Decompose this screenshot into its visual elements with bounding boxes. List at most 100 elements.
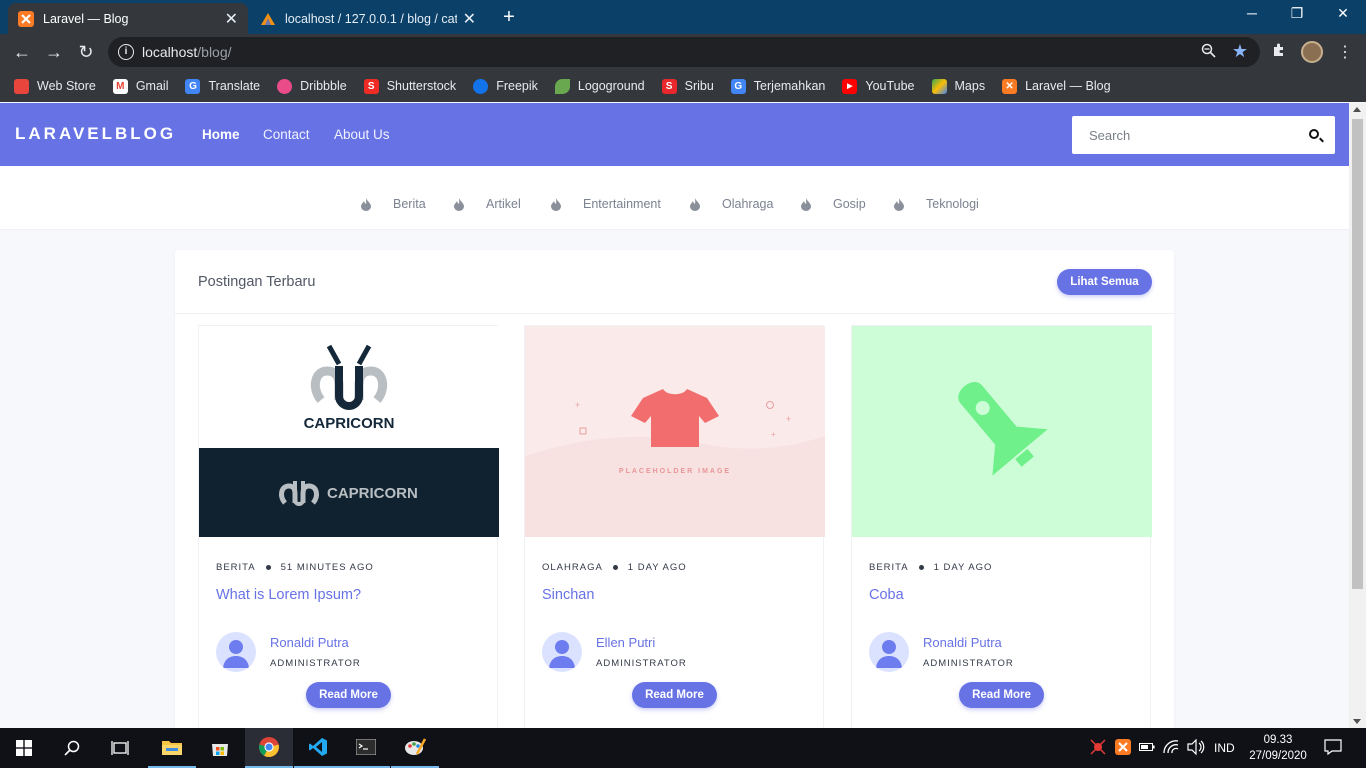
- profile-avatar[interactable]: [1301, 41, 1323, 63]
- system-clock[interactable]: 09.33 27/09/2020: [1246, 732, 1310, 764]
- clock-date: 27/09/2020: [1249, 750, 1307, 762]
- post-thumbnail[interactable]: CAPRICORN CAPRICORN: [199, 326, 499, 537]
- chrome-icon[interactable]: [245, 728, 293, 768]
- close-tab-icon[interactable]: ✕: [225, 9, 238, 29]
- post-card: + + + PLACEHOLDER IMAGE OLAHRAGA 1 DAY AG…: [524, 325, 825, 728]
- flame-icon: [801, 197, 811, 211]
- tray-xampp-icon[interactable]: [1115, 739, 1131, 758]
- flame-icon: [361, 197, 371, 211]
- vscode-icon[interactable]: [294, 728, 342, 768]
- author-name[interactable]: Ellen Putri: [596, 635, 655, 650]
- restore-icon[interactable]: ❐: [1285, 5, 1309, 22]
- microsoft-store-icon[interactable]: [196, 728, 244, 768]
- flame-icon: [690, 197, 700, 211]
- post-thumbnail[interactable]: [852, 326, 1152, 537]
- bookmark-sribu[interactable]: S Sribu: [661, 78, 714, 94]
- category-entertainment[interactable]: Entertainment: [551, 197, 661, 211]
- back-arrow-icon[interactable]: ←: [11, 41, 33, 63]
- tab-phpmyadmin[interactable]: localhost / 127.0.0.1 / blog / cate ✕: [250, 3, 486, 34]
- category-teknologi[interactable]: Teknologi: [894, 197, 979, 211]
- site-brand[interactable]: LARAVELBLOG: [15, 124, 176, 144]
- scroll-down-arrow-icon[interactable]: [1353, 719, 1361, 724]
- minimize-icon[interactable]: ─: [1240, 5, 1264, 21]
- post-title[interactable]: Sinchan: [542, 587, 594, 603]
- scroll-up-arrow-icon[interactable]: [1353, 107, 1361, 112]
- nav-home[interactable]: Home: [202, 127, 240, 142]
- maps-icon: [931, 78, 947, 94]
- close-tab-icon[interactable]: ✕: [463, 9, 476, 29]
- bookmarks-bar: Web Store M Gmail G Translate Dribbble S Sh…: [0, 70, 1366, 102]
- author-name[interactable]: Ronaldi Putra: [923, 635, 1002, 650]
- dribbble-icon: [277, 78, 293, 94]
- tab-laravel-blog[interactable]: Laravel — Blog ✕: [8, 3, 248, 34]
- address-bar[interactable]: i localhost/blog/ ★: [108, 37, 1260, 67]
- nav-contact[interactable]: Contact: [263, 127, 310, 142]
- bookmark-logoground[interactable]: Logoground: [554, 78, 645, 94]
- page-viewport: LARAVELBLOG Home Contact About Us Berita…: [0, 103, 1349, 728]
- read-more-button[interactable]: Read More: [959, 682, 1044, 708]
- search-icon[interactable]: [48, 728, 96, 768]
- battery-icon[interactable]: [1139, 741, 1155, 756]
- category-gosip[interactable]: Gosip: [801, 197, 866, 211]
- post-meta: OLAHRAGA 1 DAY AGO: [542, 562, 687, 573]
- page-scrollbar[interactable]: [1349, 103, 1366, 728]
- post-title[interactable]: What is Lorem Ipsum?: [216, 587, 361, 603]
- bookmark-freepik[interactable]: Freepik: [473, 78, 538, 94]
- view-all-button[interactable]: Lihat Semua: [1057, 269, 1152, 295]
- bookmark-web-store[interactable]: Web Store: [14, 78, 96, 94]
- extensions-puzzle-icon[interactable]: [1271, 42, 1287, 63]
- close-window-icon[interactable]: ✕: [1331, 5, 1355, 22]
- panel-title: Postingan Terbaru: [198, 274, 316, 290]
- notification-icon[interactable]: [1324, 739, 1342, 758]
- bookmark-terjemahkan[interactable]: G Terjemahkan: [730, 78, 825, 94]
- task-view-icon[interactable]: [96, 728, 144, 768]
- reload-icon[interactable]: ↻: [75, 41, 97, 63]
- author-avatar: [216, 632, 256, 672]
- category-berita[interactable]: Berita: [361, 197, 426, 211]
- bookmark-youtube[interactable]: ▶ YouTube: [842, 78, 915, 94]
- translate-icon: G: [185, 78, 201, 94]
- bookmark-star-icon[interactable]: ★: [1232, 41, 1248, 62]
- nav-about-us[interactable]: About Us: [334, 127, 390, 142]
- site-navbar: LARAVELBLOG Home Contact About Us: [0, 103, 1349, 166]
- bookmark-maps[interactable]: Maps: [931, 78, 985, 94]
- volume-icon[interactable]: [1187, 738, 1205, 758]
- author-name[interactable]: Ronaldi Putra: [270, 635, 349, 650]
- zoom-icon[interactable]: [1201, 43, 1216, 61]
- url-text: localhost/blog/: [142, 44, 232, 60]
- tray-red-app-icon[interactable]: [1090, 739, 1106, 758]
- post-card: BERITA 1 DAY AGO Coba Ronaldi Putra ADMIN…: [851, 325, 1152, 728]
- browser-tab-strip: Laravel — Blog ✕ localhost / 127.0.0.1 /…: [0, 0, 1366, 34]
- author-avatar: [542, 632, 582, 672]
- bookmark-dribbble[interactable]: Dribbble: [277, 78, 347, 94]
- post-card: CAPRICORN CAPRICORN BERITA 51 MINUTES AGO…: [198, 325, 499, 728]
- sribu-icon: S: [661, 78, 677, 94]
- paint-icon[interactable]: [391, 728, 439, 768]
- wifi-icon[interactable]: [1163, 740, 1179, 757]
- windows-start-icon[interactable]: [0, 728, 48, 768]
- search-input[interactable]: [1072, 116, 1292, 154]
- search-icon[interactable]: [1309, 129, 1319, 139]
- svg-text:PLACEHOLDER IMAGE: PLACEHOLDER IMAGE: [619, 468, 731, 475]
- read-more-button[interactable]: Read More: [306, 682, 391, 708]
- post-title[interactable]: Coba: [869, 587, 904, 603]
- terminal-icon[interactable]: [342, 728, 390, 768]
- bookmark-translate[interactable]: G Translate: [185, 78, 260, 94]
- new-tab-plus-icon[interactable]: +: [498, 6, 520, 29]
- web-store-icon: [14, 78, 29, 94]
- input-language[interactable]: IND: [1214, 741, 1235, 755]
- tab-title: localhost / 127.0.0.1 / blog / cate: [285, 11, 457, 26]
- file-explorer-icon[interactable]: [148, 728, 196, 768]
- category-olahraga[interactable]: Olahraga: [690, 197, 773, 211]
- category-artikel[interactable]: Artikel: [454, 197, 521, 211]
- info-icon[interactable]: i: [118, 44, 134, 60]
- category-bar: Berita Artikel Entertainment Olahraga Go…: [0, 166, 1349, 230]
- browser-menu-icon[interactable]: ⋮: [1337, 42, 1353, 62]
- scrollbar-thumb[interactable]: [1352, 119, 1363, 589]
- bookmark-laravel-blog[interactable]: ✕ Laravel — Blog: [1002, 78, 1111, 94]
- forward-arrow-icon[interactable]: →: [43, 41, 65, 63]
- bookmark-shutterstock[interactable]: S Shutterstock: [363, 78, 456, 94]
- read-more-button[interactable]: Read More: [632, 682, 717, 708]
- post-thumbnail[interactable]: + + + PLACEHOLDER IMAGE: [525, 326, 825, 537]
- bookmark-gmail[interactable]: M Gmail: [112, 78, 168, 94]
